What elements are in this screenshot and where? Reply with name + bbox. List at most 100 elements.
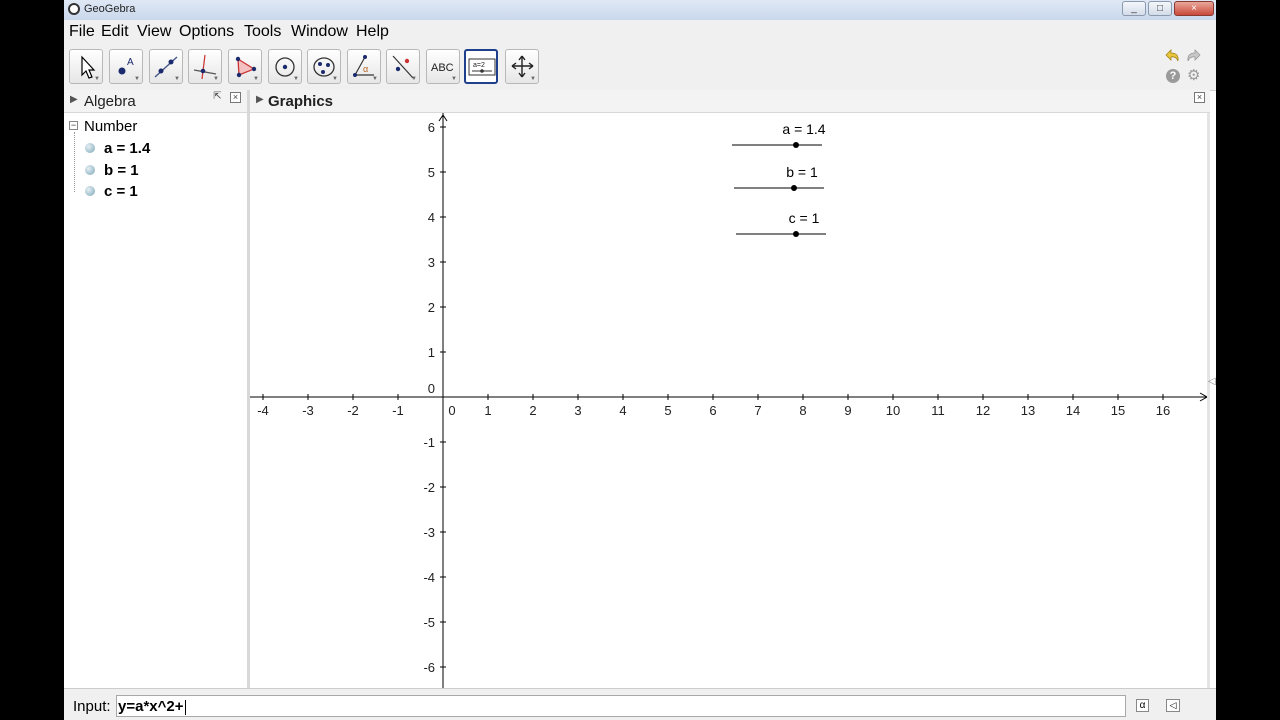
x-tick-label: 5: [664, 403, 671, 418]
move-graphics-view-tool-button[interactable]: ▼: [505, 49, 539, 84]
x-tick-label: -3: [302, 403, 314, 418]
dropdown-triangle-icon: ▼: [332, 76, 338, 82]
x-tick-label: 16: [1156, 403, 1170, 418]
visibility-toggle-icon[interactable]: [85, 143, 95, 153]
y-tick-label: -6: [423, 660, 435, 675]
input-value: y=a*x^2+: [118, 698, 184, 715]
menu-bar: File Edit View Options Tools Window Help: [64, 20, 1216, 44]
line-tool-button[interactable]: ▼: [149, 49, 183, 84]
algebra-item-label: b = 1: [104, 162, 139, 179]
dropdown-triangle-icon: ▼: [530, 76, 536, 82]
menu-window[interactable]: Window: [291, 23, 348, 41]
dropdown-triangle-icon: ▼: [411, 76, 417, 82]
close-graphics-view-icon[interactable]: ×: [1194, 92, 1205, 103]
x-tick-label: -2: [347, 403, 359, 418]
point-tool-button[interactable]: A ▼: [109, 49, 143, 84]
input-field[interactable]: y=a*x^2+: [116, 695, 1126, 717]
x-tick-label: 7: [754, 403, 761, 418]
y-tick-label: 4: [428, 210, 435, 225]
graphics-canvas[interactable]: -4 -3 -2 -1 0 1 2 3 4 5 6 7 8 9 10 11 12 13 14 15 166543210-…: [250, 113, 1207, 688]
circle-tool-button[interactable]: ▼: [268, 49, 302, 84]
x-tick-label: 8: [799, 403, 806, 418]
svg-text:α: α: [363, 64, 368, 74]
slider-handle-c[interactable]: [793, 231, 799, 237]
close-button[interactable]: ×: [1174, 1, 1214, 16]
polygon-tool-button[interactable]: ▼: [228, 49, 262, 84]
window-title: GeoGebra: [84, 3, 136, 15]
menu-file[interactable]: File: [69, 23, 95, 41]
collapse-arrow-icon[interactable]: ▶: [256, 94, 264, 105]
graphics-view[interactable]: -4 -3 -2 -1 0 1 2 3 4 5 6 7 8 9 10 11 12 13 14 15 16 6 5 4 3 2 1 0-…: [250, 113, 1207, 688]
graphics-view-title: Graphics: [268, 93, 334, 110]
tree-collapse-icon[interactable]: −: [69, 121, 78, 130]
y-tick-label: 5: [428, 165, 435, 180]
y-tick-label: -4: [423, 570, 435, 585]
text-caret: [184, 699, 186, 715]
toolbar: ▼ A ▼ ▼ ▼ ▼ ▼ ▼ α ▼ ▼ ABC ▼ a=2 ▼: [64, 44, 1216, 91]
input-bar: Input: y=a*x^2+ α ◁: [64, 688, 1216, 720]
slider-label-c: c = 1: [789, 210, 820, 226]
algebra-view-header: ▶ Algebra ⇱ ×: [64, 90, 247, 113]
maximize-button[interactable]: □: [1148, 1, 1172, 16]
move-tool-button[interactable]: ▼: [69, 49, 103, 84]
visibility-toggle-icon[interactable]: [85, 186, 95, 196]
dropdown-triangle-icon: ▼: [293, 76, 299, 82]
dropdown-triangle-icon: ▼: [451, 76, 457, 82]
close-algebra-view-icon[interactable]: ×: [230, 92, 241, 103]
x-tick-label: 9: [844, 403, 851, 418]
x-tick-label: 1: [484, 403, 491, 418]
menu-tools[interactable]: Tools: [244, 23, 281, 41]
slider-handle-a[interactable]: [793, 142, 799, 148]
side-splitter[interactable]: [1207, 113, 1210, 688]
help-icon[interactable]: ?: [1166, 69, 1180, 83]
dropdown-triangle-icon: ▼: [372, 76, 378, 82]
x-tick-label: 13: [1021, 403, 1035, 418]
x-tick-label: -1: [392, 403, 404, 418]
graphics-view-header: ▶ Graphics ×: [250, 90, 1210, 113]
svg-text:a=2: a=2: [473, 62, 485, 69]
text-tool-button[interactable]: ABC ▼: [426, 49, 460, 84]
slider-label-b: b = 1: [786, 164, 818, 180]
title-bar: GeoGebra _ □ ×: [64, 0, 1216, 21]
redo-icon[interactable]: [1185, 48, 1203, 64]
x-tick-label: 11: [931, 403, 945, 418]
svg-text:A: A: [127, 57, 134, 68]
x-tick-label: 10: [886, 403, 900, 418]
reflect-tool-button[interactable]: ▼: [386, 49, 420, 84]
slider-tool-icon: a=2: [468, 58, 496, 76]
undock-view-icon[interactable]: ⇱: [212, 92, 223, 103]
gear-icon[interactable]: ⚙: [1187, 68, 1200, 84]
x-tick-label: 4: [619, 403, 626, 418]
algebra-item-label: a = 1.4: [104, 140, 151, 157]
angle-tool-button[interactable]: α ▼: [347, 49, 381, 84]
minimize-button[interactable]: _: [1122, 1, 1146, 16]
slider-tool-button[interactable]: a=2: [464, 49, 498, 84]
ellipse-tool-button[interactable]: ▼: [307, 49, 341, 84]
collapse-arrow-icon[interactable]: ▶: [70, 94, 78, 105]
y-tick-label: -3: [423, 525, 435, 540]
algebra-view-title: Algebra: [84, 93, 136, 110]
input-label: Input:: [73, 698, 111, 715]
x-tick-label: 0: [448, 403, 455, 418]
dropdown-triangle-icon: ▼: [213, 76, 219, 82]
input-help-icon[interactable]: ◁: [1166, 699, 1180, 712]
tree-connector: [74, 132, 75, 192]
slider-handle-b[interactable]: [791, 185, 797, 191]
x-tick-label: 15: [1111, 403, 1125, 418]
menu-view[interactable]: View: [137, 23, 171, 41]
geogebra-window: GeoGebra _ □ × File Edit View Options To…: [64, 0, 1216, 720]
geogebra-logo-icon: [68, 3, 80, 15]
x-tick-label: 12: [976, 403, 990, 418]
menu-edit[interactable]: Edit: [101, 23, 129, 41]
symbol-table-icon[interactable]: α: [1136, 699, 1149, 712]
x-tick-label: 6: [709, 403, 716, 418]
menu-help[interactable]: Help: [356, 23, 389, 41]
y-tick-label: -5: [423, 615, 435, 630]
algebra-item-label: c = 1: [104, 183, 138, 200]
slider-label-a: a = 1.4: [782, 121, 825, 137]
perpendicular-line-tool-button[interactable]: ▼: [188, 49, 222, 84]
menu-options[interactable]: Options: [179, 23, 234, 41]
undo-icon[interactable]: [1163, 48, 1181, 64]
visibility-toggle-icon[interactable]: [85, 165, 95, 175]
expand-side-panel-icon[interactable]: ◁: [1208, 376, 1216, 387]
